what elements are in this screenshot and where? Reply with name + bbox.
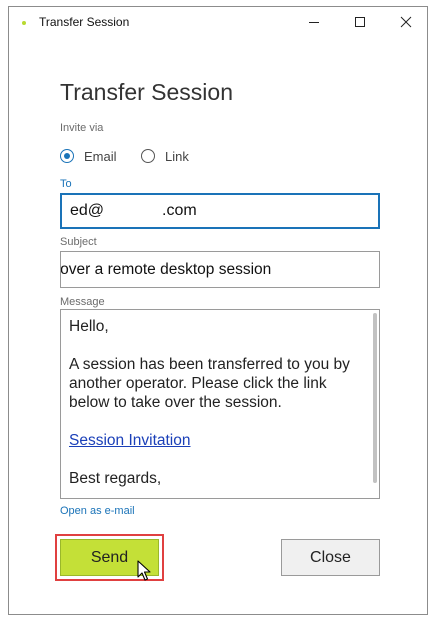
open-as-email-link[interactable]: Open as e-mail bbox=[60, 505, 135, 517]
radio-link-label: Link bbox=[165, 148, 189, 164]
message-greeting: Hello, bbox=[69, 318, 109, 335]
message-body: A session has been transferred to you by… bbox=[69, 356, 350, 411]
subject-value: Invitation to take over a remote desktop… bbox=[60, 261, 272, 278]
radio-email-indicator[interactable] bbox=[60, 149, 74, 163]
subject-label: Subject bbox=[60, 236, 97, 248]
redacted-area bbox=[104, 202, 163, 219]
minimize-button[interactable] bbox=[291, 7, 337, 37]
message-label: Message bbox=[60, 296, 105, 308]
radio-link[interactable]: Link bbox=[141, 147, 189, 165]
maximize-icon bbox=[355, 17, 365, 27]
close-icon bbox=[400, 16, 412, 28]
to-label: To bbox=[60, 178, 72, 190]
close-button[interactable]: Close bbox=[281, 539, 380, 576]
window-title: Transfer Session bbox=[39, 15, 130, 29]
maximize-button[interactable] bbox=[337, 7, 383, 37]
mouse-cursor-icon bbox=[137, 560, 151, 581]
to-value-suffix: .com bbox=[162, 202, 197, 219]
title-bar[interactable]: Transfer Session bbox=[9, 7, 427, 37]
transfer-session-window: Transfer Session Transfer Session Invite… bbox=[8, 6, 428, 615]
minimize-icon bbox=[309, 22, 319, 23]
session-invitation-link[interactable]: Session Invitation bbox=[69, 432, 191, 449]
page-title: Transfer Session bbox=[60, 79, 233, 105]
message-scrollbar[interactable] bbox=[373, 313, 377, 483]
radio-email-label: Email bbox=[84, 148, 117, 164]
message-field[interactable]: Hello, A session has been transferred to… bbox=[60, 309, 380, 499]
to-value-prefix: ed@ bbox=[70, 202, 105, 219]
invite-via-label: Invite via bbox=[60, 122, 104, 134]
radio-email[interactable]: Email bbox=[60, 147, 117, 165]
message-content: Hello, A session has been transferred to… bbox=[69, 317, 359, 498]
subject-field[interactable]: Invitation to take over a remote desktop… bbox=[60, 251, 380, 288]
window-close-button[interactable] bbox=[383, 7, 429, 37]
app-icon bbox=[22, 21, 26, 25]
message-closing: Best regards, bbox=[69, 470, 162, 487]
to-field[interactable]: ed@ .com bbox=[60, 193, 380, 229]
radio-link-indicator[interactable] bbox=[141, 149, 155, 163]
